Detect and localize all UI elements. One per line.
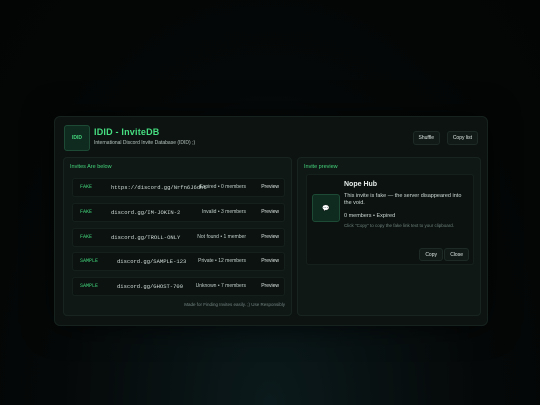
close-button[interactable]: Close [444,248,469,261]
preview-button[interactable]: Preview [261,184,279,190]
server-meta: 0 members • Expired [344,213,396,219]
invite-status: Not found • 1 member [197,234,246,240]
invite-tag: SAMPLE [80,283,99,289]
invite-link: https://discord.gg/Nrfn6J6dht [111,184,207,191]
main-card: IDID IDID - InviteDB International Disco… [54,116,488,326]
shuffle-button[interactable]: Shuffle [412,131,440,145]
invites-panel: Invites Are below FAKE https://discord.g… [63,157,292,316]
app-logo: IDID [64,125,90,151]
preview-button[interactable]: Preview [261,234,279,240]
preview-panel: Invite preview 💬 Nope Hub This invite is… [297,157,481,316]
invite-tag: FAKE [80,184,93,190]
invite-status: Private • 12 members [198,258,246,264]
preview-button[interactable]: Preview [261,258,279,264]
invites-footer: Made for Finding Invites easily. ;) Use … [184,302,285,307]
app-subtitle: International Discord Invite Database (I… [94,140,196,146]
invite-preview-card: 💬 Nope Hub This invite is fake — the ser… [306,174,474,265]
server-name: Nope Hub [344,181,378,188]
preview-button[interactable]: Preview [261,209,279,215]
invite-row[interactable]: FAKE discord.gg/TROLL-ONLY Not found • 1… [72,228,285,247]
header: IDID IDID - InviteDB International Disco… [64,125,478,151]
copy-list-button[interactable]: Copy list [446,131,478,145]
invite-tag: FAKE [80,234,93,240]
speech-bubble-icon: 💬 [322,205,330,212]
invite-status: Expired • 0 members [199,184,247,190]
invite-link: discord.gg/TROLL-ONLY [111,234,181,241]
preview-panel-title: Invite preview [304,164,338,170]
invite-row[interactable]: FAKE discord.gg/IM-JOKIN-2 Invalid • 3 m… [72,203,285,222]
invite-status: Invalid • 3 members [202,209,246,215]
invite-link: discord.gg/GHOST-700 [117,283,184,290]
server-avatar: 💬 [312,194,340,222]
copy-hint: Click "Copy" to copy the fake link text … [344,223,454,228]
preview-button[interactable]: Preview [261,283,279,289]
invite-link: discord.gg/IM-JOKIN-2 [111,209,181,216]
copy-button[interactable]: Copy [419,248,443,261]
invite-status: Unknown • 7 members [195,283,246,289]
invite-row[interactable]: FAKE https://discord.gg/Nrfn6J6dht Expir… [72,178,285,197]
invite-tag: SAMPLE [80,258,99,264]
invite-tag: FAKE [80,209,93,215]
invite-link: discord.gg/SAMPLE-123 [117,258,187,265]
invites-panel-title: Invites Are below [70,164,112,170]
app-title: IDID - InviteDB [94,127,160,137]
invite-row[interactable]: SAMPLE discord.gg/GHOST-700 Unknown • 7 … [72,277,285,296]
server-description: This invite is fake — the server disappe… [344,193,462,206]
invite-row[interactable]: SAMPLE discord.gg/SAMPLE-123 Private • 1… [72,252,285,271]
